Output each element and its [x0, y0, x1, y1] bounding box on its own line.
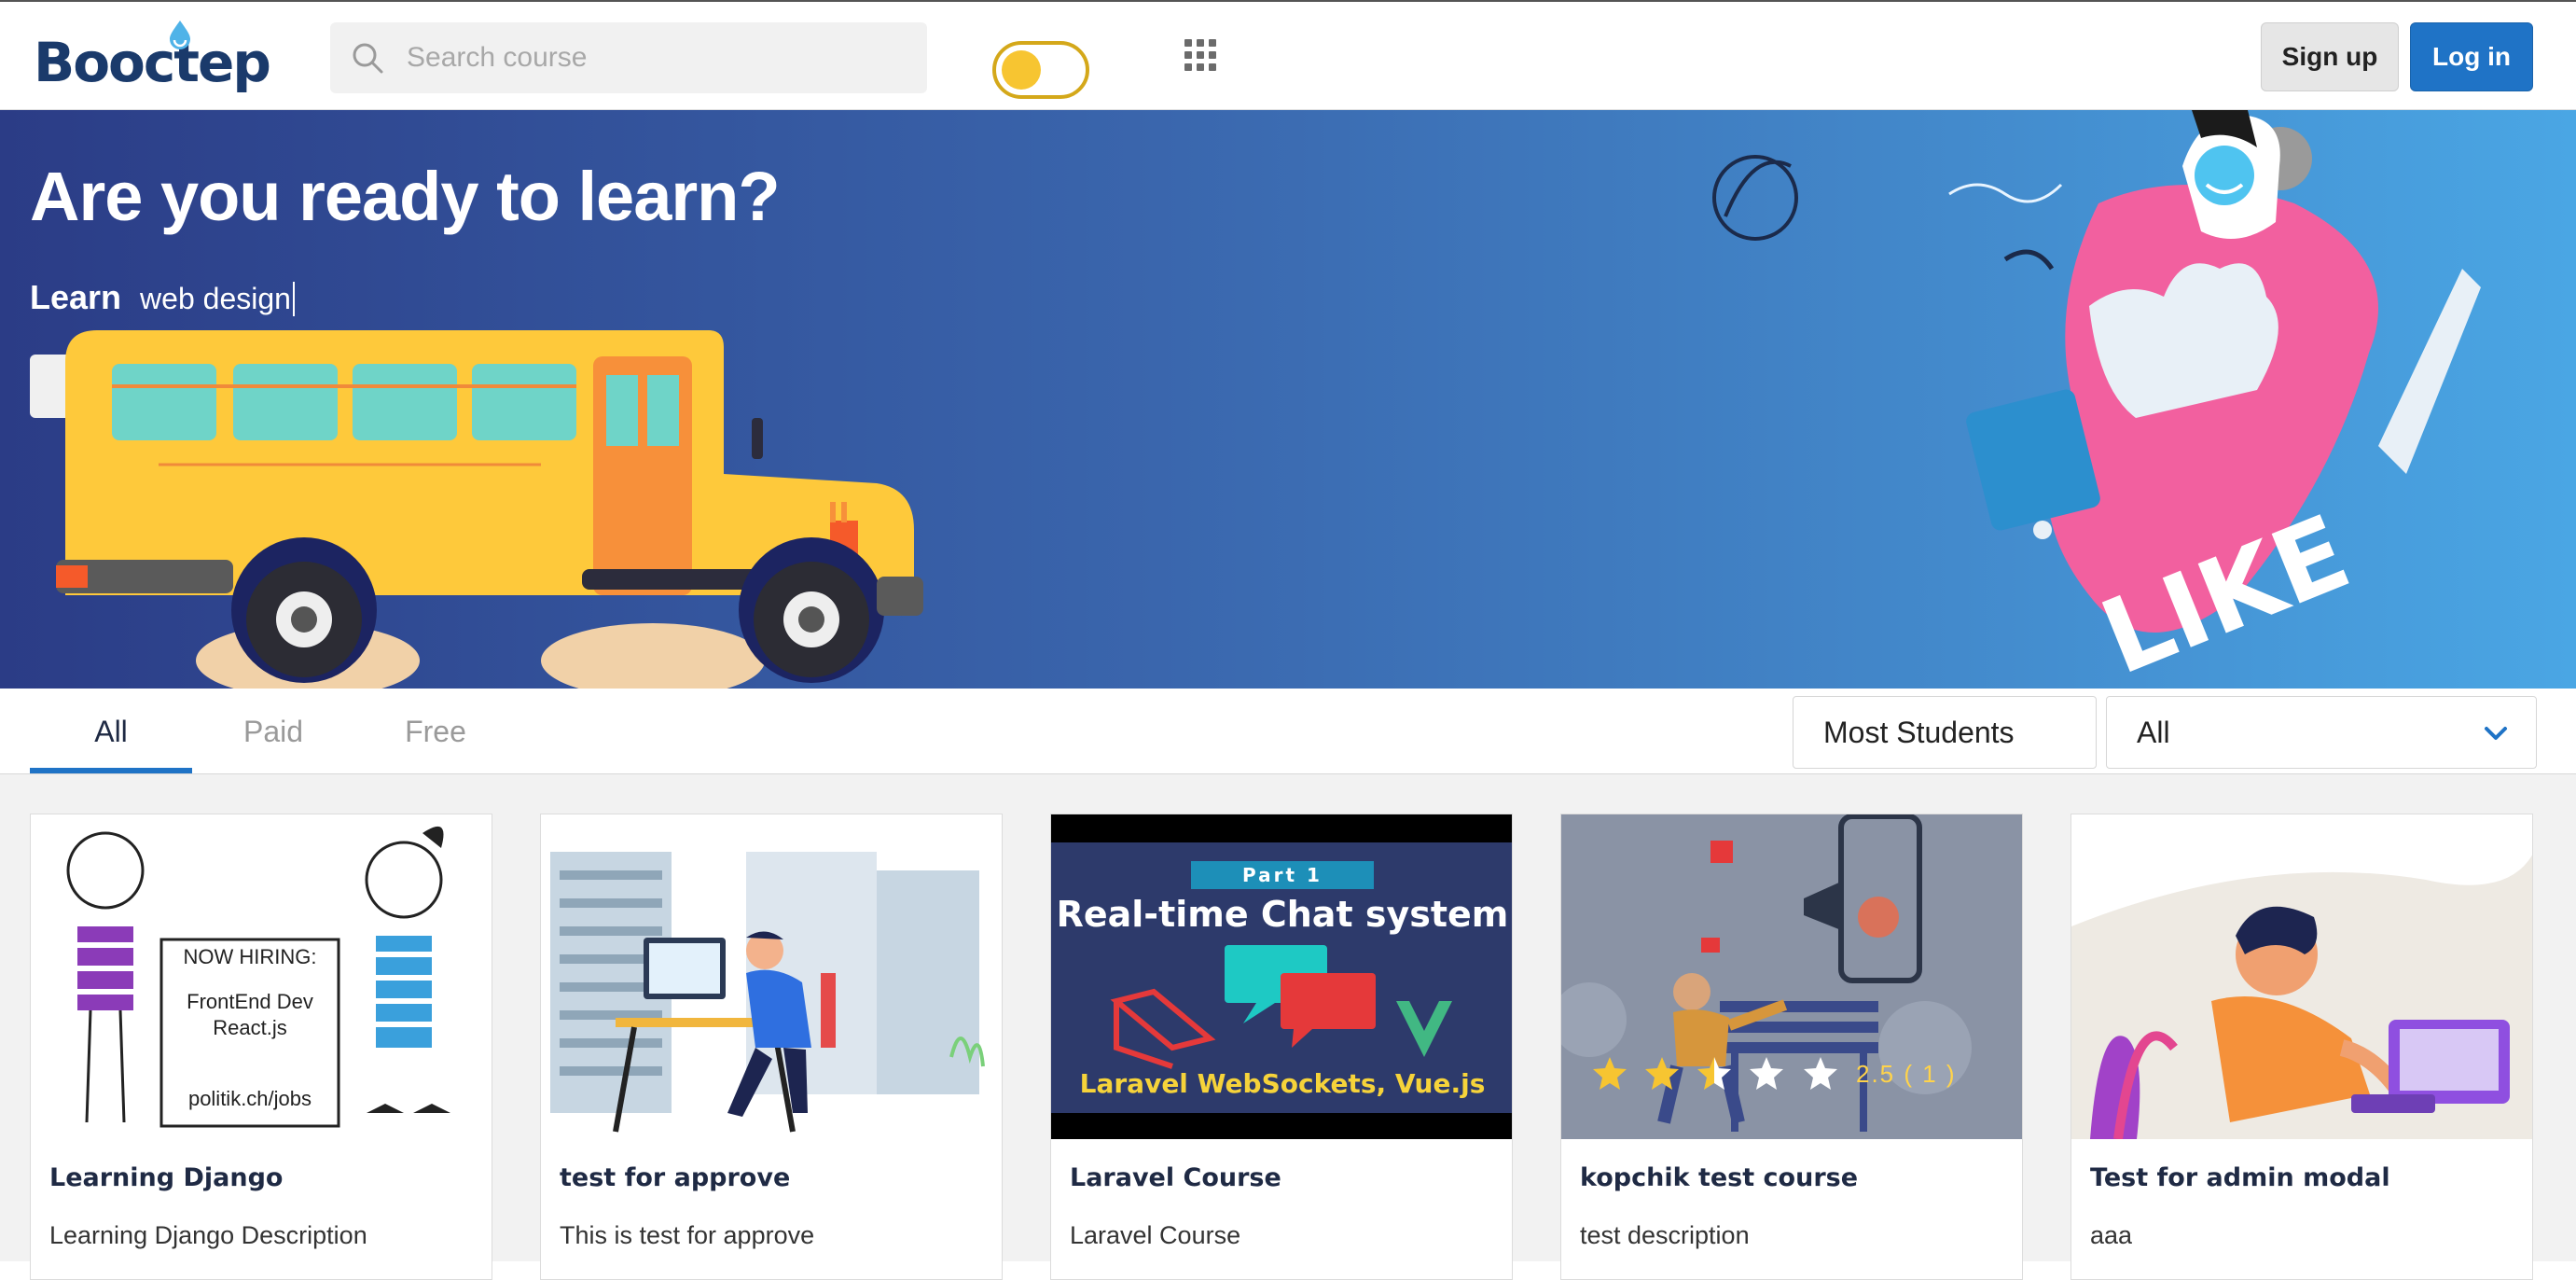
course-title[interactable]: kopchik test course — [1580, 1163, 1858, 1192]
search-input[interactable] — [386, 22, 927, 93]
course-description: Laravel Course — [1070, 1221, 1241, 1249]
course-thumbnail: 2.5 ( 1 ) — [1561, 814, 2022, 1139]
course-card[interactable]: 2.5 ( 1 ) kopchik test course test descr… — [1560, 814, 2023, 1280]
part-label: Part 1 — [1242, 864, 1323, 886]
tech-line: Laravel WebSockets, Vue.js — [1080, 1068, 1486, 1099]
course-card[interactable]: Part 1 Real-time Chat system Laravel Web… — [1050, 814, 1513, 1280]
course-rating: 2.5 ( 1 ) — [1591, 1055, 1957, 1092]
signup-button[interactable]: Sign up — [2261, 22, 2399, 91]
course-thumbnail — [541, 814, 1002, 1139]
course-title[interactable]: Learning Django — [49, 1163, 283, 1192]
hiring-line-2: FrontEnd Dev — [187, 990, 313, 1013]
hiring-line-1: NOW HIRING: — [184, 945, 317, 968]
astronaut-like-illustration: LIKE — [1712, 110, 2481, 689]
course-card[interactable]: NOW HIRING: FrontEnd Dev React.js politi… — [30, 814, 492, 1280]
toggle-knob — [1002, 50, 1041, 90]
course-description: Learning Django Description — [49, 1221, 367, 1249]
star-rating-icons — [1593, 1057, 1783, 1090]
rating-text: 2.5 ( 1 ) — [1856, 1059, 1957, 1088]
course-thumbnail: Part 1 Real-time Chat system Laravel Web… — [1051, 814, 1512, 1139]
course-card[interactable]: test for approve This is test for approv… — [540, 814, 1003, 1280]
hiring-line-4: politik.ch/jobs — [188, 1087, 312, 1110]
learn-typewriter: Learn web design — [30, 278, 295, 317]
water-drop-icon — [170, 21, 190, 49]
course-description: This is test for approve — [560, 1221, 815, 1249]
course-thumbnail — [2071, 814, 2532, 1139]
hero-title: Are you ready to learn? — [30, 158, 781, 235]
course-title[interactable]: Test for admin modal — [2090, 1163, 2390, 1192]
top-header: Booctep Sign up Log in — [0, 0, 2576, 110]
hiring-line-3: React.js — [213, 1016, 286, 1039]
chevron-down-icon — [2485, 727, 2507, 740]
sort-select-value: Most Students — [1823, 715, 2015, 749]
chat-headline: Real-time Chat system — [1057, 894, 1509, 935]
filter-bar: All Paid Free Most Students All — [0, 689, 2576, 774]
category-select-value: All — [2137, 715, 2170, 749]
apps-grid-icon[interactable] — [1184, 39, 1216, 71]
search-icon — [353, 43, 383, 74]
search-bar[interactable] — [330, 22, 927, 93]
learn-label: Learn — [30, 278, 122, 316]
sort-select[interactable]: Most Students — [1793, 696, 2097, 769]
category-select[interactable]: All — [2106, 696, 2537, 769]
tab-all[interactable]: All — [30, 689, 192, 774]
tab-paid[interactable]: Paid — [192, 689, 354, 774]
learn-value: web design — [140, 282, 295, 316]
course-grid: NOW HIRING: FrontEnd Dev React.js politi… — [0, 774, 2576, 1280]
course-title[interactable]: Laravel Course — [1070, 1163, 1281, 1192]
course-card[interactable]: Test for admin modal aaa — [2070, 814, 2533, 1280]
course-description: test description — [1580, 1221, 1750, 1249]
theme-toggle[interactable] — [992, 41, 1089, 99]
logo-text: Booctep — [34, 31, 271, 94]
course-description: aaa — [2090, 1221, 2133, 1249]
course-thumbnail: NOW HIRING: FrontEnd Dev React.js politi… — [31, 814, 492, 1139]
course-title[interactable]: test for approve — [560, 1163, 790, 1192]
login-button[interactable]: Log in — [2410, 22, 2533, 91]
star-empty-icon — [1804, 1057, 1837, 1090]
hero-banner: Are you ready to learn? Learn web design — [0, 110, 2576, 689]
tab-free[interactable]: Free — [354, 689, 517, 774]
logo[interactable]: Booctep — [34, 21, 271, 103]
school-bus-illustration — [56, 330, 923, 689]
active-tab-indicator — [30, 768, 192, 773]
